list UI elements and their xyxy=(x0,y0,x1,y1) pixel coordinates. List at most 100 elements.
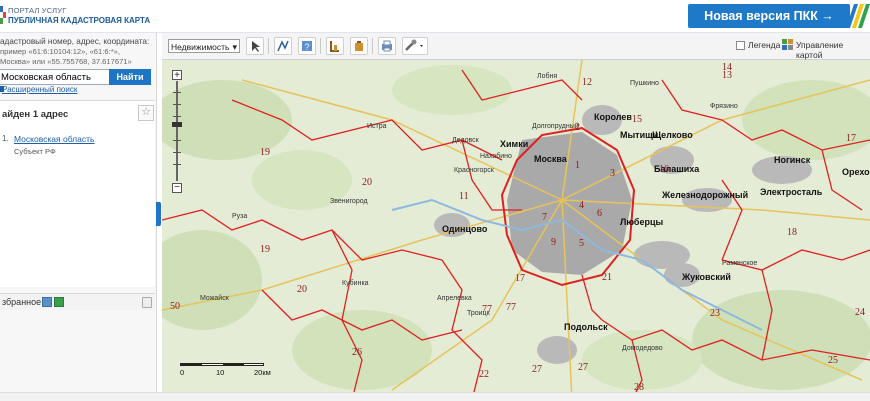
district-number: 22 xyxy=(479,369,489,380)
zoom-out-button[interactable]: − xyxy=(172,183,182,193)
district-number: 7 xyxy=(542,212,547,223)
town-label: Раменское xyxy=(722,260,757,267)
legend-label[interactable]: Легенда xyxy=(748,40,780,50)
portal-label[interactable]: ПОРТАЛ УСЛУГ xyxy=(8,6,66,15)
favorites-bar: збранное xyxy=(0,293,155,310)
results-title: айден 1 адрес xyxy=(2,109,69,120)
scale-label: 20км xyxy=(254,368,271,377)
search-input[interactable] xyxy=(0,69,112,85)
district-number: 77 xyxy=(482,304,492,315)
city-label: Люберцы xyxy=(620,217,663,227)
zoom-tick xyxy=(173,92,181,93)
building-button[interactable] xyxy=(350,37,368,55)
result-number: 1. xyxy=(2,134,9,143)
district-number: 21 xyxy=(602,272,612,283)
query-icon xyxy=(330,41,339,52)
city-label: Ногинск xyxy=(774,155,811,165)
district-number: 25 xyxy=(828,355,838,366)
zoom-tick xyxy=(173,140,181,141)
decorative-stripe-icon xyxy=(846,4,870,28)
town-label: Можайск xyxy=(200,294,230,302)
sidebar-collapse-handle[interactable] xyxy=(156,202,161,226)
info-icon: ? xyxy=(302,41,312,52)
town-label: Долгопрудный xyxy=(532,122,579,130)
scale-label: 10 xyxy=(216,368,225,377)
zoom-in-button[interactable]: + xyxy=(172,70,182,81)
city-label: Химки xyxy=(500,139,528,149)
print-button[interactable] xyxy=(378,37,396,55)
city-label: Жуковский xyxy=(681,272,731,282)
district-number: 9 xyxy=(551,237,556,248)
district-number: 18 xyxy=(787,227,797,238)
district-number: 77 xyxy=(506,302,516,313)
district-number: 14 xyxy=(722,62,732,73)
city-label: Электросталь xyxy=(760,187,823,197)
district-number: 17 xyxy=(846,133,856,144)
header: ПОРТАЛ УСЛУГ ПУБЛИЧНАЯ КАДАСТРОВАЯ КАРТА… xyxy=(0,0,870,33)
zoom-tick xyxy=(173,152,181,153)
results-panel: айден 1 адрес ☆ 1. Московская область Су… xyxy=(0,100,155,287)
pointer-tool-button[interactable] xyxy=(246,37,264,55)
district-number: 23 xyxy=(710,308,720,319)
scale-label: 0 xyxy=(180,368,185,377)
map-control-label[interactable]: Управление картой xyxy=(796,40,870,60)
district-number: 19 xyxy=(260,244,270,255)
tools-button[interactable] xyxy=(402,37,428,55)
scale-bar-graphic xyxy=(180,363,264,366)
advanced-search-link[interactable]: Расширенный поиск xyxy=(2,85,77,94)
town-label: Пушкино xyxy=(630,80,659,87)
map-title[interactable]: ПУБЛИЧНАЯ КАДАСТРОВАЯ КАРТА xyxy=(8,16,150,25)
query-button[interactable] xyxy=(326,37,344,55)
district-number: 16 xyxy=(659,164,669,175)
district-number: 3 xyxy=(610,168,615,179)
new-version-button[interactable]: Новая версия ПКК → xyxy=(688,4,850,28)
district-number: 20 xyxy=(362,177,372,188)
district-number: 15 xyxy=(632,114,642,125)
town-label: Домодедово xyxy=(622,345,663,352)
map-canvas[interactable]: Москва Химки Королев Мытищи Щелково Балашиха Ж… xyxy=(162,60,870,400)
favorite-star-icon[interactable]: ☆ xyxy=(138,105,154,121)
favorites-label: збранное xyxy=(2,297,42,307)
district-number: 17 xyxy=(515,273,525,284)
sidebar: адастровый номер, адрес, координата: при… xyxy=(0,33,157,400)
district-number: 19 xyxy=(260,147,270,158)
district-number: 50 xyxy=(170,301,180,312)
favorites-excel-icon[interactable] xyxy=(54,297,64,307)
town-label: Звенигород xyxy=(330,198,368,205)
district-number: 27 xyxy=(532,364,542,375)
zoom-slider-track[interactable] xyxy=(176,81,178,181)
city-label: Королев xyxy=(594,112,632,122)
zoom-slider-handle[interactable] xyxy=(172,122,182,127)
info-button[interactable]: ? xyxy=(298,37,316,55)
favorites-export-icon[interactable] xyxy=(42,297,52,307)
city-label: Железнодорожный xyxy=(661,190,748,200)
map-toolbar: Недвижимость ? Легенда Управление картой xyxy=(162,33,870,60)
pointer-icon xyxy=(252,41,260,52)
town-label: Фрязино xyxy=(710,103,738,110)
district-number: 6 xyxy=(597,208,602,219)
result-link[interactable]: Московская область xyxy=(14,134,94,144)
district-number: 5 xyxy=(579,238,584,249)
zoom-tick xyxy=(173,104,181,105)
print-icon xyxy=(382,40,392,52)
search-hint-example: Москва» или «55.755768, 37.617671» xyxy=(0,57,132,66)
measure-button[interactable] xyxy=(274,37,292,55)
town-label: Нахабино xyxy=(480,152,512,160)
search-hint-line: адастровый номер, адрес, координата: xyxy=(0,37,150,46)
city-label: Подольск xyxy=(564,322,608,332)
search-button[interactable]: Найти xyxy=(109,69,151,85)
svg-text:?: ? xyxy=(304,42,309,52)
measure-icon xyxy=(277,40,289,52)
portal-logo-icon xyxy=(0,6,6,24)
trash-icon[interactable] xyxy=(142,297,152,308)
town-label: Лобня xyxy=(537,72,557,80)
zoom-tick xyxy=(173,164,181,165)
district-number: 24 xyxy=(855,307,865,318)
layer-select[interactable]: Недвижимость xyxy=(168,39,240,54)
town-label: Апрелевка xyxy=(437,295,472,302)
district-number: 1 xyxy=(575,160,580,171)
town-label: Дедовск xyxy=(452,137,480,144)
legend-checkbox[interactable] xyxy=(736,41,745,50)
district-number: 26 xyxy=(352,347,362,358)
map-graphics: МоскваХимкиКоролевМытищиЩелковоБалашихаЖ… xyxy=(162,60,870,400)
